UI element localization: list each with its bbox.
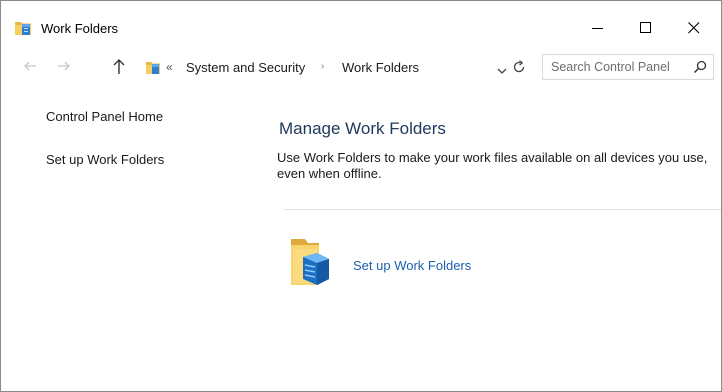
minimize-icon xyxy=(592,28,603,29)
close-button[interactable] xyxy=(671,15,717,41)
forward-arrow-icon xyxy=(58,61,70,71)
breadcrumb-system-and-security[interactable]: System and Security xyxy=(186,60,305,75)
title-bar[interactable]: Work Folders xyxy=(1,1,721,41)
work-folders-app-icon xyxy=(15,20,33,36)
page-description: Use Work Folders to make your work files… xyxy=(277,150,708,181)
minimize-button[interactable] xyxy=(575,15,621,41)
breadcrumb-separator[interactable]: › xyxy=(321,61,324,72)
maximize-button[interactable] xyxy=(623,15,669,41)
work-folders-window: Work Folders « System and Security › Wor… xyxy=(0,0,722,392)
breadcrumb-work-folders[interactable]: Work Folders xyxy=(342,60,419,75)
chevron-down-icon xyxy=(497,68,507,74)
address-bar[interactable]: « System and Security › Work Folders xyxy=(137,54,535,80)
address-history-dropdown[interactable] xyxy=(496,63,508,74)
up-button[interactable] xyxy=(111,57,127,75)
work-folders-icon[interactable] xyxy=(289,235,331,287)
navigation-bar: « System and Security › Work Folders xyxy=(1,49,721,83)
back-arrow-icon xyxy=(24,61,36,71)
search-icon[interactable] xyxy=(693,60,707,74)
up-arrow-icon xyxy=(113,59,125,74)
control-panel-home-link[interactable]: Control Panel Home xyxy=(46,109,163,124)
close-icon xyxy=(688,22,700,34)
address-overflow-chevron[interactable]: « xyxy=(166,60,173,74)
left-task-pane: Control Panel Home Set up Work Folders xyxy=(1,97,251,387)
search-input[interactable] xyxy=(551,58,681,76)
page-title: Manage Work Folders xyxy=(279,119,446,138)
control-panel-location-icon xyxy=(146,60,162,75)
setup-work-folders-side-link[interactable]: Set up Work Folders xyxy=(46,152,164,167)
search-box[interactable] xyxy=(542,54,714,80)
maximize-icon xyxy=(640,22,651,33)
section-divider xyxy=(284,209,721,210)
back-button[interactable] xyxy=(23,59,37,73)
main-content: Manage Work Folders Use Work Folders to … xyxy=(277,97,721,387)
refresh-button[interactable] xyxy=(512,60,526,74)
window-title: Work Folders xyxy=(41,21,119,36)
refresh-icon xyxy=(513,60,525,73)
setup-work-folders-link[interactable]: Set up Work Folders xyxy=(353,258,471,273)
forward-button[interactable] xyxy=(57,59,71,73)
